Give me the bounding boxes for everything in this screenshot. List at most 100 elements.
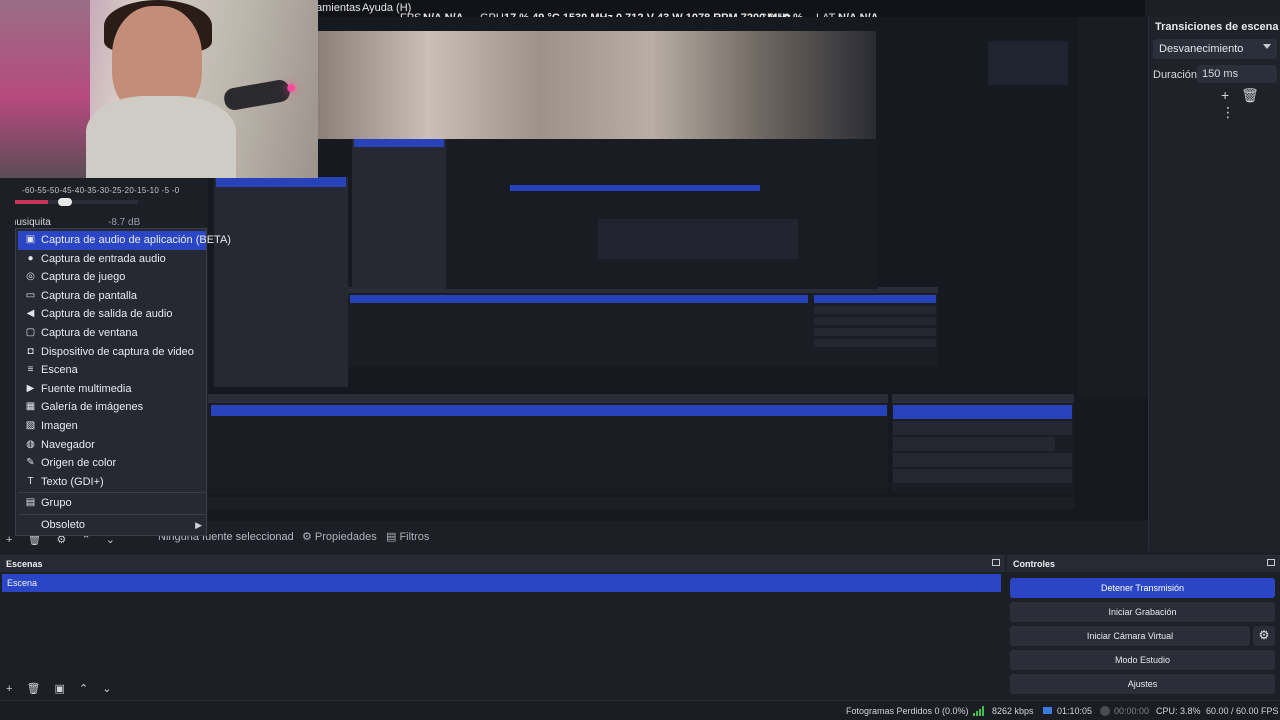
menu-item-label: Captura de ventana bbox=[41, 327, 138, 339]
start-virtual-camera-button[interactable]: Iniciar Cámara Virtual bbox=[1010, 626, 1250, 646]
fps-readout: 60.00 / 60.00 FPS bbox=[1206, 706, 1279, 716]
list-icon: ≡ bbox=[27, 364, 34, 376]
menu-item-label: Obsoleto bbox=[41, 519, 86, 531]
menu-item-label: Fuente multimedia bbox=[41, 382, 132, 395]
nested-transitions-panel bbox=[1078, 17, 1148, 397]
scene-filters-icon[interactable]: ▣ bbox=[55, 683, 65, 695]
record-time: 00:00:00 bbox=[1114, 706, 1150, 716]
bitrate: 8262 kbps bbox=[992, 706, 1034, 716]
settings-button[interactable]: Ajustes bbox=[1010, 674, 1275, 694]
menu-item[interactable]: T Texto (GDI+) bbox=[18, 473, 206, 492]
filters-label: Filtros bbox=[399, 531, 430, 543]
chevron-down-icon bbox=[1263, 44, 1271, 49]
submenu-arrow-icon: ▶ bbox=[195, 520, 202, 530]
volume-slider[interactable] bbox=[58, 198, 72, 206]
menu-item[interactable]: ▤ Grupo bbox=[18, 494, 206, 513]
menu-item[interactable]: ✎ Origen de color bbox=[18, 454, 206, 473]
studio-mode-button[interactable]: Modo Estudio bbox=[1010, 650, 1275, 670]
scenes-title: Escenas bbox=[6, 559, 43, 569]
nested-context-menu-2 bbox=[352, 139, 446, 289]
move-down-icon[interactable]: ⌄ bbox=[102, 683, 111, 695]
transition-selected: Desvanecimiento bbox=[1159, 43, 1244, 55]
more-icon[interactable]: ⋮ bbox=[1221, 104, 1235, 120]
play-icon: ▶ bbox=[26, 382, 35, 394]
camera-icon: ◘ bbox=[27, 345, 34, 357]
stop-streaming-button[interactable]: Detener Transmisión bbox=[1010, 578, 1275, 598]
nested-preview-2 bbox=[348, 287, 938, 367]
nested-transitions-panel-2 bbox=[988, 41, 1068, 85]
signal-bars-icon bbox=[973, 706, 984, 716]
image-icon: ▨ bbox=[25, 420, 36, 431]
webcam-feed bbox=[0, 0, 318, 178]
scene-item[interactable]: Escena bbox=[2, 574, 1001, 592]
controls-dock: Controles Detener Transmisión Iniciar Gr… bbox=[1007, 555, 1280, 698]
gallery-icon: ▦ bbox=[25, 401, 36, 413]
menu-item-label: Escena bbox=[41, 364, 78, 377]
transition-select[interactable]: Desvanecimiento bbox=[1153, 39, 1277, 59]
menu-item-label: Navegador bbox=[41, 438, 95, 451]
popout-icon[interactable] bbox=[1267, 559, 1275, 566]
preview-canvas[interactable] bbox=[208, 17, 1148, 521]
menu-tools[interactable]: amientas bbox=[316, 2, 361, 14]
add-scene-icon[interactable]: + bbox=[6, 683, 12, 695]
remove-scene-icon[interactable]: 🗑 bbox=[27, 683, 41, 695]
popout-icon[interactable] bbox=[992, 559, 1000, 566]
volume-meter bbox=[8, 200, 138, 204]
trash-icon[interactable]: 🗑 bbox=[1241, 87, 1259, 103]
add-icon[interactable]: + bbox=[1221, 87, 1229, 103]
audio-db: -8.7 dB bbox=[108, 217, 141, 228]
menu-item[interactable]: ▢ Captura de ventana bbox=[18, 324, 206, 343]
menu-item-label: Captura de salida de audio bbox=[41, 308, 173, 321]
properties-button[interactable]: ⚙ Propiedades bbox=[296, 526, 383, 546]
add-source-menu: ▣ Captura de audio de aplicación (BETA) ● C… bbox=[15, 228, 231, 536]
menu-item[interactable]: ▦ Galería de imágenes bbox=[18, 398, 206, 417]
speaker-icon: ◀ bbox=[26, 308, 35, 320]
controls-title: Controles bbox=[1013, 559, 1056, 569]
stream-icon bbox=[1043, 707, 1052, 714]
recursive-webcam-strip bbox=[316, 31, 876, 139]
menu-item-label: Texto (GDI+) bbox=[41, 475, 104, 488]
nested-status-bar bbox=[208, 497, 1074, 509]
move-up-icon[interactable]: ⌃ bbox=[79, 683, 88, 695]
nested-controls-dock bbox=[892, 394, 1074, 494]
gamepad-icon: ◎ bbox=[26, 271, 35, 283]
controls-header: Controles bbox=[1007, 556, 1280, 572]
menu-item[interactable]: ◎ Captura de juego bbox=[18, 268, 206, 287]
menu-item[interactable]: ▶ Fuente multimedia bbox=[18, 380, 206, 399]
menu-item-label: Captura de audio de aplicación (BETA) bbox=[41, 234, 231, 246]
filters-button[interactable]: ▤ Filtros bbox=[380, 526, 435, 546]
duration-value: 150 ms bbox=[1202, 68, 1239, 80]
menu-item[interactable]: ▭ Captura de pantalla bbox=[18, 287, 206, 306]
meter-scale: -60-55-50-45-40-35-30-25-20-15-10 -5 -0 bbox=[22, 186, 180, 195]
nested-scenes-dock bbox=[208, 394, 888, 494]
menu-item[interactable]: ● Captura de entrada audio bbox=[18, 250, 206, 269]
scenes-header: Escenas bbox=[0, 556, 1005, 572]
scenes-dock: Escenas Escena + 🗑 ▣ ⌃ ⌄ bbox=[0, 555, 1005, 698]
menu-item[interactable]: ◍ Navegador bbox=[18, 436, 206, 455]
audio-mixer: -60-55-50-45-40-35-30-25-20-15-10 -5 -0 … bbox=[0, 178, 208, 232]
menu-item[interactable]: ▣ Captura de audio de aplicación (BETA) bbox=[18, 231, 231, 250]
gear-icon[interactable]: ⚙ bbox=[1253, 626, 1275, 646]
menu-separator bbox=[18, 514, 206, 515]
menu-item[interactable]: ◀ Captura de salida de audio bbox=[18, 305, 206, 324]
start-recording-button[interactable]: Iniciar Grabación bbox=[1010, 602, 1275, 622]
menu-item[interactable]: ▨ Imagen bbox=[18, 417, 206, 436]
properties-label: Propiedades bbox=[314, 531, 377, 543]
menu-item[interactable]: ◘ Dispositivo de captura de video bbox=[18, 343, 206, 362]
app-audio-icon: ▣ bbox=[25, 234, 36, 245]
dropped-frames: Fotogramas Perdidos 0 (0.0%) bbox=[846, 706, 969, 716]
stream-time: 01:10:05 bbox=[1057, 706, 1093, 716]
menu-item[interactable]: ≡ Escena bbox=[18, 361, 206, 380]
menu-item-label: Dispositivo de captura de video bbox=[41, 345, 194, 358]
menu-item[interactable]: Obsoleto ▶ bbox=[18, 516, 206, 535]
brush-icon: ✎ bbox=[26, 457, 35, 469]
menu-item-label: Galería de imágenes bbox=[41, 401, 144, 414]
text-icon: T bbox=[27, 475, 34, 487]
menu-item-label: Captura de pantalla bbox=[41, 289, 138, 302]
transitions-title: Transiciones de escena bbox=[1155, 21, 1279, 33]
duration-input[interactable]: 150 ms bbox=[1197, 65, 1277, 83]
status-bar: Fotogramas Perdidos 0 (0.0%) 8262 kbps 0… bbox=[0, 700, 1280, 720]
menu-item-label: Imagen bbox=[41, 420, 78, 432]
record-icon bbox=[1100, 706, 1110, 716]
add-source-icon[interactable]: + bbox=[6, 534, 12, 546]
